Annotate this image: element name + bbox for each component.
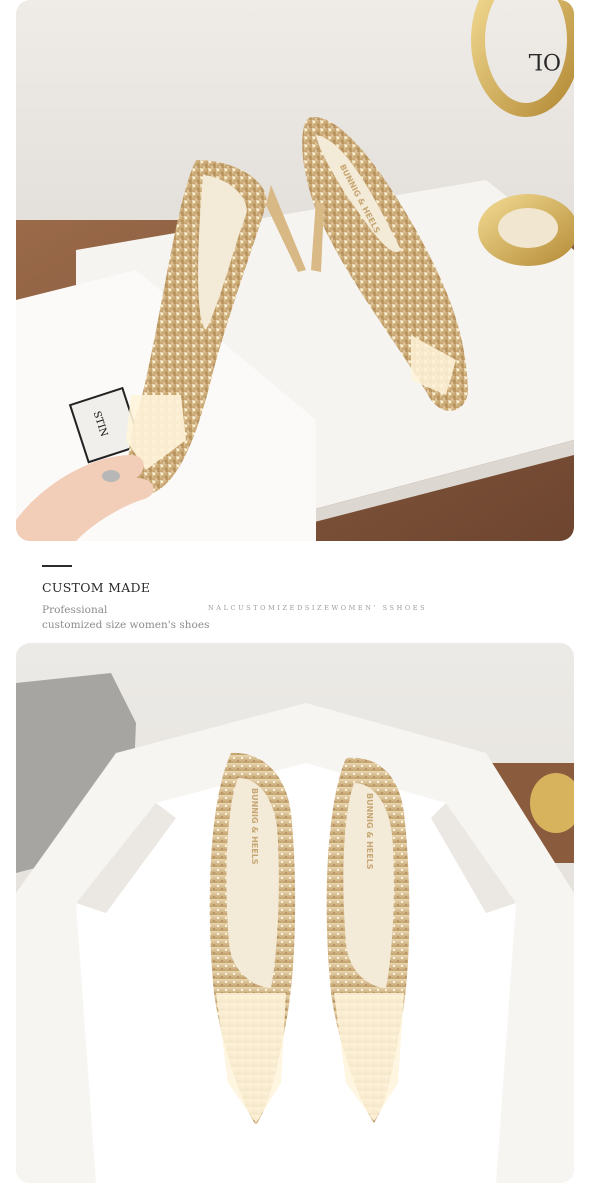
section-divider — [42, 565, 72, 567]
photo-top-svg: STIN OL BUNNIG & HEELS — [16, 0, 574, 541]
section-subtitle-line1: Professional — [42, 604, 108, 616]
section-title: CUSTOM MADE — [42, 580, 151, 595]
section-subtitle-line2: customized size women's shoes — [42, 619, 210, 631]
section-caption: NALCUSTOMIZEDSIZEWOMEN' SSHOES — [208, 604, 428, 612]
frame-label: OL — [528, 48, 561, 73]
insole-label-right: BUNNIG & HEELS — [365, 793, 374, 870]
ring — [102, 470, 120, 482]
photo-bottom-svg: BUNNIG & HEELS BUNNIG & HEELS — [16, 643, 574, 1183]
insole-label-left: BUNNIG & HEELS — [250, 788, 259, 865]
product-photo-bottom: BUNNIG & HEELS BUNNIG & HEELS — [16, 643, 574, 1183]
product-photo-top: STIN OL BUNNIG & HEELS — [16, 0, 574, 541]
